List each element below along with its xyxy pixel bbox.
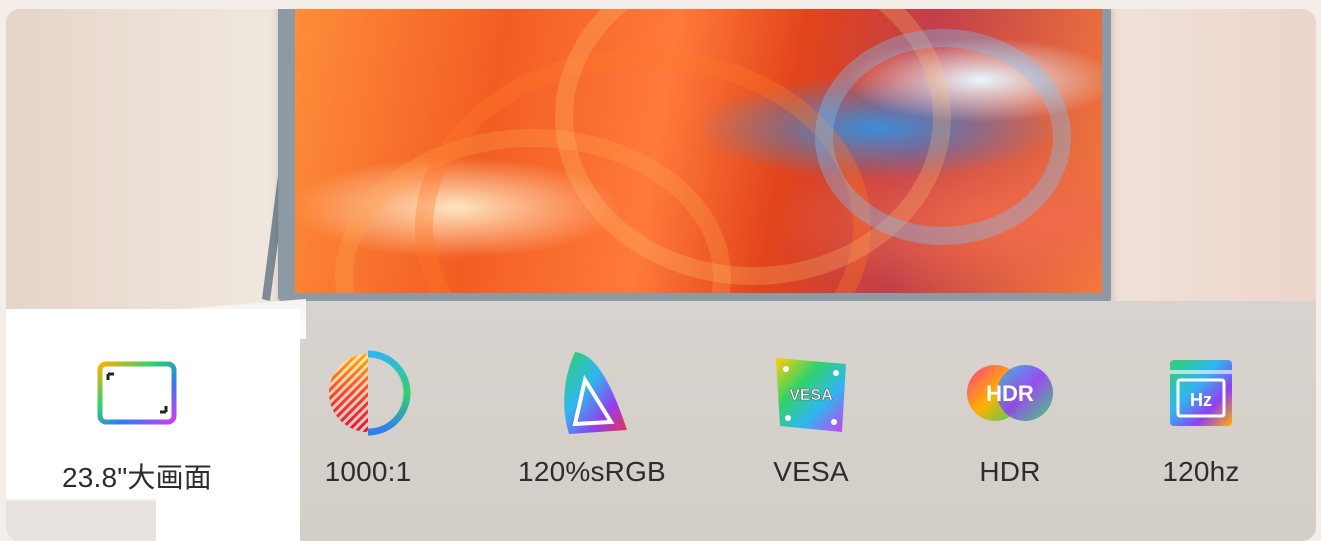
refresh-rate-icon: Hz xyxy=(1170,360,1232,426)
feature-screen-size: 23.8"大画面 xyxy=(57,348,217,496)
feature-label: 120hz xyxy=(1162,456,1240,487)
contrast-icon xyxy=(329,350,411,436)
feature-contrast: 1000:1 xyxy=(288,348,448,488)
feature-refresh-rate: Hz 120hz xyxy=(1121,348,1281,488)
svg-text:Hz: Hz xyxy=(1190,390,1212,410)
svg-text:HDR: HDR xyxy=(986,381,1034,406)
feature-label: HDR xyxy=(979,456,1041,487)
vesa-plate-icon: VESA xyxy=(776,358,846,432)
feature-label: 23.8"大画面 xyxy=(61,462,213,493)
floor-block xyxy=(6,499,156,541)
monitor-screen-image xyxy=(295,9,1102,293)
hdr-icon: HDR xyxy=(967,365,1053,421)
feature-vesa: VESA VESA xyxy=(731,348,891,488)
svg-text:VESA: VESA xyxy=(789,387,833,404)
wall-right-panel xyxy=(1086,9,1316,309)
feature-label: 1000:1 xyxy=(324,456,412,487)
feature-label: 120%sRGB xyxy=(518,456,666,487)
feature-label: VESA xyxy=(773,456,849,487)
display-frame-icon xyxy=(97,361,177,425)
feature-color-gamut: 120%sRGB xyxy=(512,348,672,488)
feature-hdr: HDR HDR xyxy=(930,348,1090,488)
color-gamut-icon xyxy=(564,352,627,434)
